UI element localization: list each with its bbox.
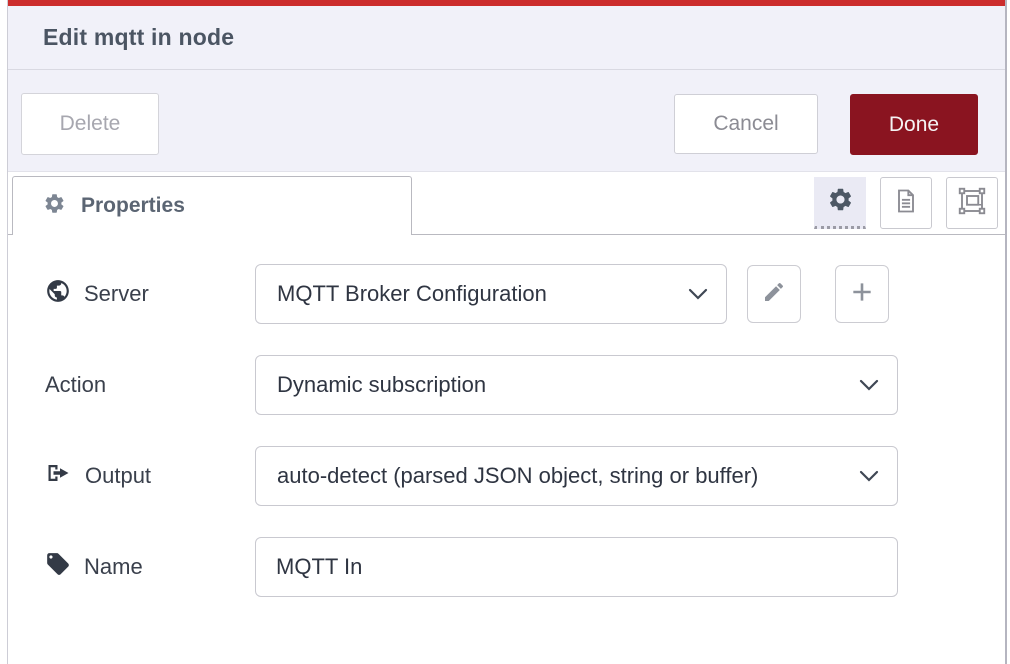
tray-header: Edit mqtt in node — [8, 6, 1005, 70]
server-select[interactable]: MQTT Broker Configuration — [255, 264, 727, 324]
sign-out-icon — [45, 461, 72, 491]
gear-icon — [43, 192, 66, 220]
chevron-down-icon — [858, 463, 880, 489]
tab-properties[interactable]: Properties — [12, 176, 412, 235]
edit-server-button[interactable] — [747, 265, 801, 323]
tab-properties-label: Properties — [81, 194, 185, 218]
name-row: Name — [45, 537, 1005, 597]
delete-button[interactable]: Delete — [21, 93, 159, 155]
server-label-text: Server — [84, 281, 149, 307]
tab-toolbar — [814, 177, 998, 229]
action-label-text: Action — [45, 372, 106, 398]
properties-toolbar-button[interactable] — [814, 177, 866, 229]
action-select[interactable]: Dynamic subscription — [255, 355, 898, 415]
action-select-value: Dynamic subscription — [277, 372, 845, 398]
chevron-down-icon — [858, 372, 880, 398]
server-row: Server MQTT Broker Configuration — [45, 264, 1005, 324]
appearance-toolbar-button[interactable] — [946, 177, 998, 229]
add-server-button[interactable] — [835, 265, 889, 323]
server-label: Server — [45, 278, 255, 310]
output-row: Output auto-detect (parsed JSON object, … — [45, 446, 1005, 506]
plus-icon — [849, 279, 875, 310]
output-select-value: auto-detect (parsed JSON object, string … — [277, 463, 845, 489]
edit-node-dialog: Edit mqtt in node Delete Cancel Done Pro… — [0, 0, 1010, 664]
name-label: Name — [45, 551, 255, 583]
name-label-text: Name — [84, 554, 143, 580]
output-label-text: Output — [85, 463, 151, 489]
appearance-icon — [957, 186, 987, 221]
done-button[interactable]: Done — [850, 94, 978, 155]
output-label: Output — [45, 461, 255, 491]
node-properties-form: Server MQTT Broker Configuration — [8, 235, 1005, 597]
editor-tab-strip: Properties — [8, 172, 1005, 235]
tray-panel: Edit mqtt in node Delete Cancel Done Pro… — [7, 0, 1007, 664]
chevron-down-icon — [687, 281, 709, 307]
output-select[interactable]: auto-detect (parsed JSON object, string … — [255, 446, 898, 506]
action-row: Action Dynamic subscription — [45, 355, 1005, 415]
gear-icon — [827, 186, 854, 218]
dialog-title: Edit mqtt in node — [43, 24, 234, 51]
globe-icon — [45, 278, 71, 310]
action-label: Action — [45, 372, 255, 398]
document-icon — [892, 187, 920, 220]
tray-button-row: Delete Cancel Done — [8, 70, 1005, 172]
cancel-button[interactable]: Cancel — [674, 94, 818, 154]
description-toolbar-button[interactable] — [880, 177, 932, 229]
name-input[interactable] — [255, 537, 898, 597]
server-select-value: MQTT Broker Configuration — [277, 281, 674, 307]
tag-icon — [45, 551, 71, 583]
pencil-icon — [762, 280, 786, 309]
